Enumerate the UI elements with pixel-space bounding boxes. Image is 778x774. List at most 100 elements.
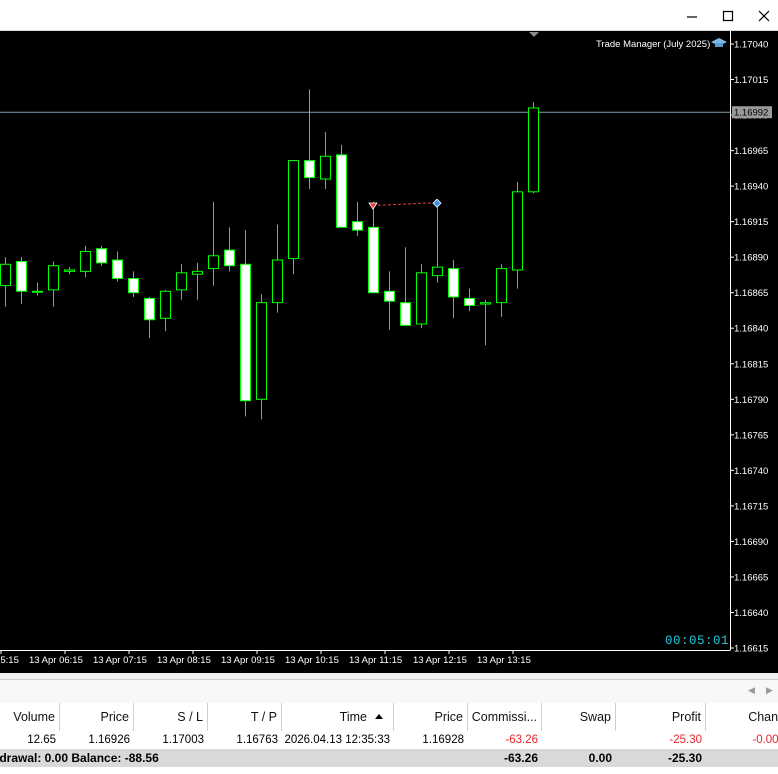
candle-body — [304, 160, 315, 179]
price-tick-label: 1.17015 — [734, 75, 768, 86]
maximize-button[interactable] — [708, 0, 748, 30]
price-tick-label: 1.16840 — [734, 324, 768, 335]
column-header-time[interactable]: Time — [282, 703, 394, 731]
price-tick-label: 1.16915 — [734, 217, 768, 228]
table-row[interactable]: 12.65 1.16926 1.17003 1.16763 2026.04.13… — [0, 731, 778, 750]
current-price-label: 1.16992 — [734, 108, 768, 119]
price-tick-label: 1.16715 — [734, 501, 768, 512]
price-tick-label: 1.16665 — [734, 572, 768, 583]
candlestick-chart-svg[interactable]: 1.170401.170151.169901.169651.169401.169… — [0, 31, 778, 673]
candle-body — [272, 259, 283, 304]
column-header-price[interactable]: Price — [60, 703, 134, 731]
column-header-commission[interactable]: Commissi... — [468, 703, 542, 731]
total-profit: -25.30 — [667, 751, 702, 765]
price-tick-label: 1.16790 — [734, 395, 768, 406]
time-tick-label: 13 Apr 11:15 — [349, 655, 402, 666]
close-button[interactable] — [744, 0, 778, 30]
time-tick-label: 13 Apr 08:15 — [157, 655, 211, 666]
price-tick-label: 1.17040 — [734, 40, 768, 51]
price-tick-label: 1.16640 — [734, 608, 768, 619]
candle-body — [32, 290, 43, 293]
column-header-profit[interactable]: Profit — [616, 703, 706, 731]
time-tick-label: 13 Apr 13:15 — [477, 655, 531, 666]
trade-connector-line — [372, 202, 438, 207]
entry-arrow-icon — [368, 202, 378, 210]
cell-tp: 1.16763 — [236, 734, 278, 746]
cell-open-price: 1.16926 — [88, 734, 130, 746]
positions-table: Volume Price S / L T / P Time Price Comm… — [0, 703, 778, 774]
candle-body — [288, 160, 299, 260]
candle-body — [448, 268, 459, 298]
candle-body — [48, 265, 59, 291]
sort-ascending-icon — [375, 714, 383, 719]
candle-body — [480, 302, 491, 305]
candle-body — [160, 290, 171, 319]
price-tick-label: 1.16890 — [734, 253, 768, 264]
price-tick-label: 1.16615 — [734, 644, 768, 655]
time-tick-label: 13 Apr 09:15 — [221, 655, 275, 666]
graduation-cap-icon[interactable] — [711, 38, 727, 47]
close-icon — [758, 10, 770, 22]
total-swap: 0.00 — [588, 751, 612, 765]
candle-body — [352, 221, 363, 231]
price-tick-label: 1.16690 — [734, 537, 768, 548]
candle-body — [528, 107, 539, 193]
price-tick-label: 1.16940 — [734, 182, 768, 193]
candle-body — [336, 154, 347, 228]
price-tick-label: 1.16815 — [734, 359, 768, 370]
cell-sl: 1.17003 — [162, 734, 204, 746]
candle-body — [384, 290, 395, 302]
column-header-swap[interactable]: Swap — [542, 703, 616, 731]
candle-body — [512, 191, 523, 271]
window-titlebar — [0, 0, 778, 31]
time-tick-label: 13 Apr 12:15 — [413, 655, 467, 666]
cell-commission: -63.26 — [505, 734, 538, 746]
column-header-current-price[interactable]: Price — [394, 703, 468, 731]
cell-time: 2026.04.13 12:35:33 — [284, 734, 390, 746]
candle-body — [64, 269, 75, 272]
cell-volume: 12.65 — [27, 734, 56, 746]
candle-body — [208, 255, 219, 270]
candle-timer: 00:05:01 — [665, 634, 729, 648]
candle-body — [256, 302, 267, 400]
column-header-volume[interactable]: Volume — [0, 703, 60, 731]
candle-body — [16, 260, 27, 292]
candle-body — [144, 297, 155, 321]
table-header: Volume Price S / L T / P Time Price Comm… — [0, 703, 778, 731]
price-tick-label: 1.16765 — [734, 430, 768, 441]
candle-body — [320, 155, 331, 180]
time-tick-label: 13 Apr 10:15 — [285, 655, 339, 666]
scroll-left-icon[interactable]: ◀ — [748, 685, 755, 696]
minimize-button[interactable] — [672, 0, 712, 30]
indicator-label: Trade Manager (July 2025) — [596, 39, 710, 50]
candle-body — [0, 263, 11, 287]
candle-body — [176, 272, 187, 291]
column-header-sl[interactable]: S / L — [134, 703, 208, 731]
price-tick-label: 1.16740 — [734, 466, 768, 477]
candle-body — [192, 270, 203, 275]
time-tick-label: 13 Apr 06:15 — [29, 655, 83, 666]
candle-body — [368, 226, 379, 294]
horizontal-scrollbar[interactable]: ◀ ▶ — [0, 679, 778, 705]
candle-body — [112, 259, 123, 279]
candle-body — [496, 268, 507, 304]
candle-body — [96, 248, 107, 264]
total-commission: -63.26 — [503, 751, 538, 765]
price-chart[interactable]: 1.170401.170151.169901.169651.169401.169… — [0, 31, 778, 673]
candle-body — [416, 272, 427, 325]
balance-summary: ndrawal: 0.00 Balance: -88.56 — [0, 751, 159, 765]
maximize-icon — [722, 10, 734, 22]
candle-body — [128, 277, 139, 294]
column-header-change[interactable]: Change — [706, 703, 778, 731]
candle-body — [224, 249, 235, 267]
cell-change: -0.00 % — [752, 734, 778, 746]
candle-body — [240, 263, 251, 402]
exit-diamond-icon — [432, 198, 442, 208]
toolbox-panel: ◀ ▶ Volume Price S / L T / P Time Price … — [0, 673, 778, 774]
price-tick-label: 1.16865 — [734, 288, 768, 299]
scroll-right-icon[interactable]: ▶ — [766, 685, 773, 696]
column-header-tp[interactable]: T / P — [208, 703, 282, 731]
cell-swap — [542, 731, 616, 749]
candle-body — [400, 302, 411, 326]
cell-profit: -25.30 — [669, 734, 702, 746]
